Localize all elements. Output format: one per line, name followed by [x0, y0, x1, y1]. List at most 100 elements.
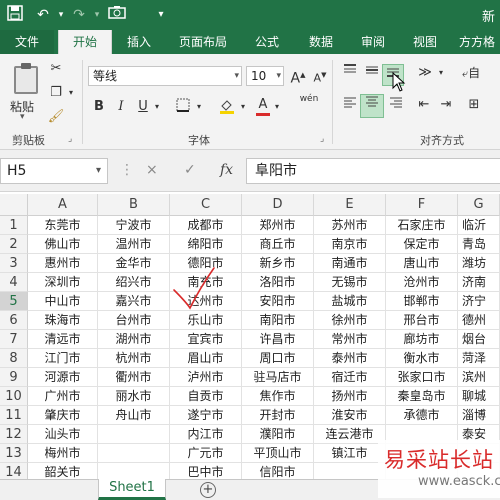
table-cell[interactable]: 珠海市: [28, 311, 98, 330]
table-cell[interactable]: 惠州市: [28, 254, 98, 273]
table-cell[interactable]: 台州市: [98, 311, 170, 330]
table-cell[interactable]: 南阳市: [242, 311, 314, 330]
table-cell[interactable]: 汕头市: [28, 425, 98, 444]
table-cell[interactable]: 金华市: [98, 254, 170, 273]
font-size-select[interactable]: 10 ▾: [246, 66, 284, 86]
table-cell[interactable]: 洛阳市: [242, 273, 314, 292]
copy-dropdown-icon[interactable]: ▾: [66, 84, 76, 104]
table-cell[interactable]: 潍坊: [458, 254, 500, 273]
name-box[interactable]: H5 ▾: [0, 158, 108, 184]
table-cell[interactable]: 淄博: [458, 406, 500, 425]
fill-color-dropdown-icon[interactable]: ▾: [238, 98, 248, 116]
tab-view[interactable]: 视图: [402, 30, 448, 54]
tab-formulas[interactable]: 公式: [244, 30, 290, 54]
cut-icon[interactable]: ✂: [46, 60, 66, 80]
table-cell[interactable]: 宿迁市: [314, 368, 386, 387]
row-header[interactable]: 13: [0, 444, 28, 463]
table-cell[interactable]: 南京市: [314, 235, 386, 254]
row-header[interactable]: 7: [0, 330, 28, 349]
table-cell[interactable]: 眉山市: [170, 349, 242, 368]
table-cell[interactable]: 安阳市: [242, 292, 314, 311]
tab-file[interactable]: 文件: [0, 30, 54, 54]
table-cell[interactable]: 宜宾市: [170, 330, 242, 349]
font-launcher-icon[interactable]: ⌟: [320, 134, 324, 144]
insert-function-button[interactable]: fx: [220, 162, 233, 178]
table-cell[interactable]: 盐城市: [314, 292, 386, 311]
table-cell[interactable]: [98, 444, 170, 463]
table-cell[interactable]: 中山市: [28, 292, 98, 311]
table-cell[interactable]: 南充市: [170, 273, 242, 292]
table-cell[interactable]: 宁波市: [98, 216, 170, 235]
table-cell[interactable]: 张家口市: [386, 368, 458, 387]
tab-fangfangge[interactable]: 方方格: [454, 30, 500, 54]
phonetic-button[interactable]: wén: [296, 94, 322, 116]
copy-icon[interactable]: ❐: [46, 84, 66, 104]
orientation-button[interactable]: ≫: [414, 64, 436, 84]
customize-icon[interactable]: ▾: [154, 5, 168, 25]
tab-insert[interactable]: 插入: [116, 30, 162, 54]
table-cell[interactable]: 淮安市: [314, 406, 386, 425]
table-cell[interactable]: 遂宁市: [170, 406, 242, 425]
cancel-button[interactable]: ×: [146, 162, 158, 178]
tab-review[interactable]: 审阅: [350, 30, 396, 54]
table-cell[interactable]: 广元市: [170, 444, 242, 463]
table-cell[interactable]: 扬州市: [314, 387, 386, 406]
column-header[interactable]: F: [386, 194, 458, 216]
merge-center-button[interactable]: ⊞: [462, 96, 486, 116]
align-left-button[interactable]: [340, 96, 360, 116]
table-cell[interactable]: 邢台市: [386, 311, 458, 330]
row-header[interactable]: 6: [0, 311, 28, 330]
table-cell[interactable]: 河源市: [28, 368, 98, 387]
bold-button[interactable]: B: [90, 98, 108, 116]
table-cell[interactable]: [98, 425, 170, 444]
table-cell[interactable]: 新乡市: [242, 254, 314, 273]
row-header[interactable]: 5: [0, 292, 28, 311]
sheet-tab-sheet1[interactable]: Sheet1: [98, 479, 166, 500]
table-cell[interactable]: 成都市: [170, 216, 242, 235]
table-cell[interactable]: 商丘市: [242, 235, 314, 254]
table-cell[interactable]: 周口市: [242, 349, 314, 368]
table-cell[interactable]: 菏泽: [458, 349, 500, 368]
font-color-button[interactable]: A: [254, 96, 272, 116]
table-cell[interactable]: 邯郸市: [386, 292, 458, 311]
table-cell[interactable]: 连云港市: [314, 425, 386, 444]
table-cell[interactable]: 苏州市: [314, 216, 386, 235]
column-header[interactable]: B: [98, 194, 170, 216]
table-cell[interactable]: 平顶山市: [242, 444, 314, 463]
table-cell[interactable]: 清远市: [28, 330, 98, 349]
table-cell[interactable]: 青岛: [458, 235, 500, 254]
undo-icon[interactable]: ↶: [34, 5, 52, 25]
table-cell[interactable]: 杭州市: [98, 349, 170, 368]
add-sheet-button[interactable]: +: [200, 482, 216, 498]
row-header[interactable]: 4: [0, 273, 28, 292]
tab-page-layout[interactable]: 页面布局: [170, 30, 236, 54]
tab-home[interactable]: 开始: [58, 30, 112, 54]
row-header[interactable]: 10: [0, 387, 28, 406]
table-cell[interactable]: 衢州市: [98, 368, 170, 387]
decrease-indent-button[interactable]: ⇤: [414, 96, 434, 116]
row-header[interactable]: 12: [0, 425, 28, 444]
increase-indent-button[interactable]: ⇥: [436, 96, 456, 116]
table-cell[interactable]: 嘉兴市: [98, 292, 170, 311]
formula-input[interactable]: 阜阳市: [246, 158, 500, 184]
table-cell[interactable]: 东莞市: [28, 216, 98, 235]
align-top-button[interactable]: [340, 64, 360, 84]
table-cell[interactable]: 绵阳市: [170, 235, 242, 254]
table-cell[interactable]: 常州市: [314, 330, 386, 349]
table-cell[interactable]: 徐州市: [314, 311, 386, 330]
align-center-button[interactable]: [360, 94, 384, 118]
table-cell[interactable]: 开封市: [242, 406, 314, 425]
table-cell[interactable]: 镇江市: [314, 444, 386, 463]
table-cell[interactable]: 佛山市: [28, 235, 98, 254]
column-header[interactable]: G: [458, 194, 500, 216]
table-cell[interactable]: 广州市: [28, 387, 98, 406]
table-cell[interactable]: 自贡市: [170, 387, 242, 406]
fill-color-button[interactable]: [216, 98, 238, 116]
table-cell[interactable]: 滨州: [458, 368, 500, 387]
column-header[interactable]: D: [242, 194, 314, 216]
table-cell[interactable]: 泰州市: [314, 349, 386, 368]
column-header[interactable]: E: [314, 194, 386, 216]
table-cell[interactable]: 德州: [458, 311, 500, 330]
table-cell[interactable]: 许昌市: [242, 330, 314, 349]
table-cell[interactable]: 江门市: [28, 349, 98, 368]
